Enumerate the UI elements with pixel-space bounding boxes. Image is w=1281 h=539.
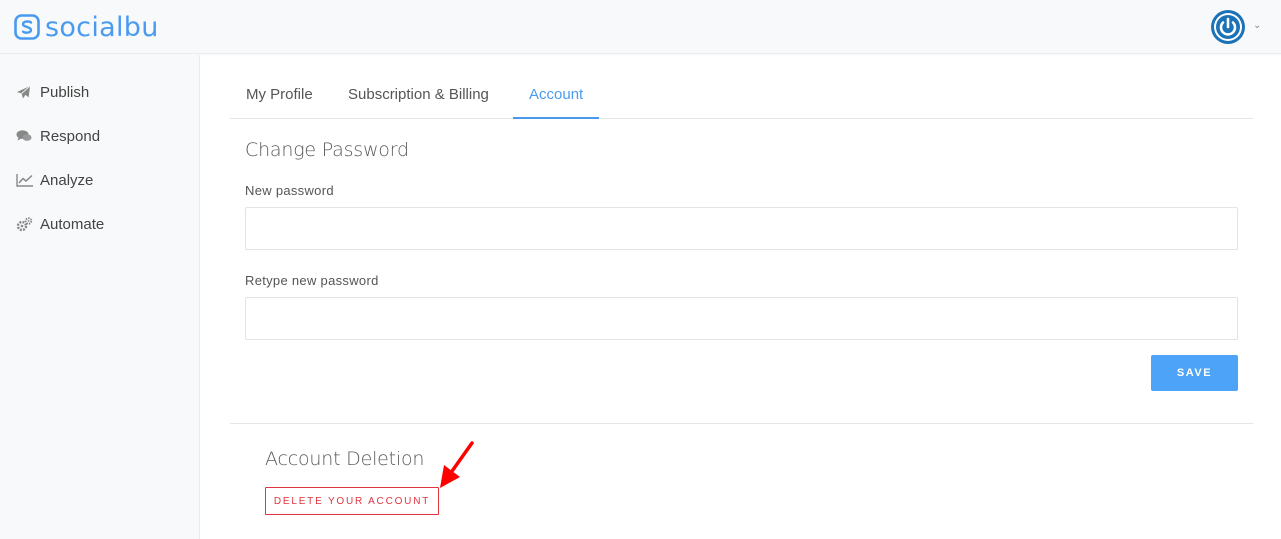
paper-plane-icon — [16, 84, 34, 100]
tab-account[interactable]: Account — [513, 72, 600, 119]
settings-tabs: My Profile Subscription & Billing Accoun… — [230, 72, 1253, 119]
new-password-field[interactable] — [245, 207, 1238, 250]
delete-account-button[interactable]: DELETE YOUR ACCOUNT — [265, 487, 439, 515]
retype-password-field[interactable] — [245, 297, 1238, 340]
power-icon[interactable] — [1210, 9, 1246, 45]
gears-icon — [16, 216, 34, 232]
sidebar-item-respond[interactable]: Respond — [16, 125, 100, 147]
sidebar-item-label: Publish — [40, 83, 90, 101]
annotation-arrow-icon — [440, 441, 474, 488]
account-deletion-title: Account Deletion — [265, 448, 425, 470]
section-divider — [230, 423, 1253, 424]
sidebar-item-publish[interactable]: Publish — [16, 81, 89, 103]
brand-name: socialbu — [45, 11, 159, 43]
socialbu-logo-icon — [14, 14, 40, 40]
sidebar-item-label: Analyze — [40, 171, 94, 189]
new-password-label: New password — [245, 183, 334, 198]
comments-icon — [16, 128, 34, 144]
tab-my-profile[interactable]: My Profile — [230, 72, 329, 119]
retype-password-label: Retype new password — [245, 273, 379, 288]
tab-subscription-billing[interactable]: Subscription & Billing — [332, 72, 505, 119]
save-button[interactable]: SAVE — [1151, 355, 1238, 391]
change-password-title: Change Password — [245, 139, 409, 161]
sidebar-item-label: Respond — [40, 127, 101, 145]
sidebar: Publish Respond Analyze Automate — [0, 55, 200, 539]
line-chart-icon — [16, 172, 34, 188]
chevron-down-icon[interactable]: ⌄ — [1253, 20, 1261, 31]
top-bar: socialbu ⌄ — [0, 0, 1281, 54]
sidebar-item-label: Automate — [40, 215, 105, 233]
sidebar-item-automate[interactable]: Automate — [16, 213, 104, 235]
brand-logo[interactable]: socialbu — [14, 12, 159, 42]
sidebar-item-analyze[interactable]: Analyze — [16, 169, 93, 191]
